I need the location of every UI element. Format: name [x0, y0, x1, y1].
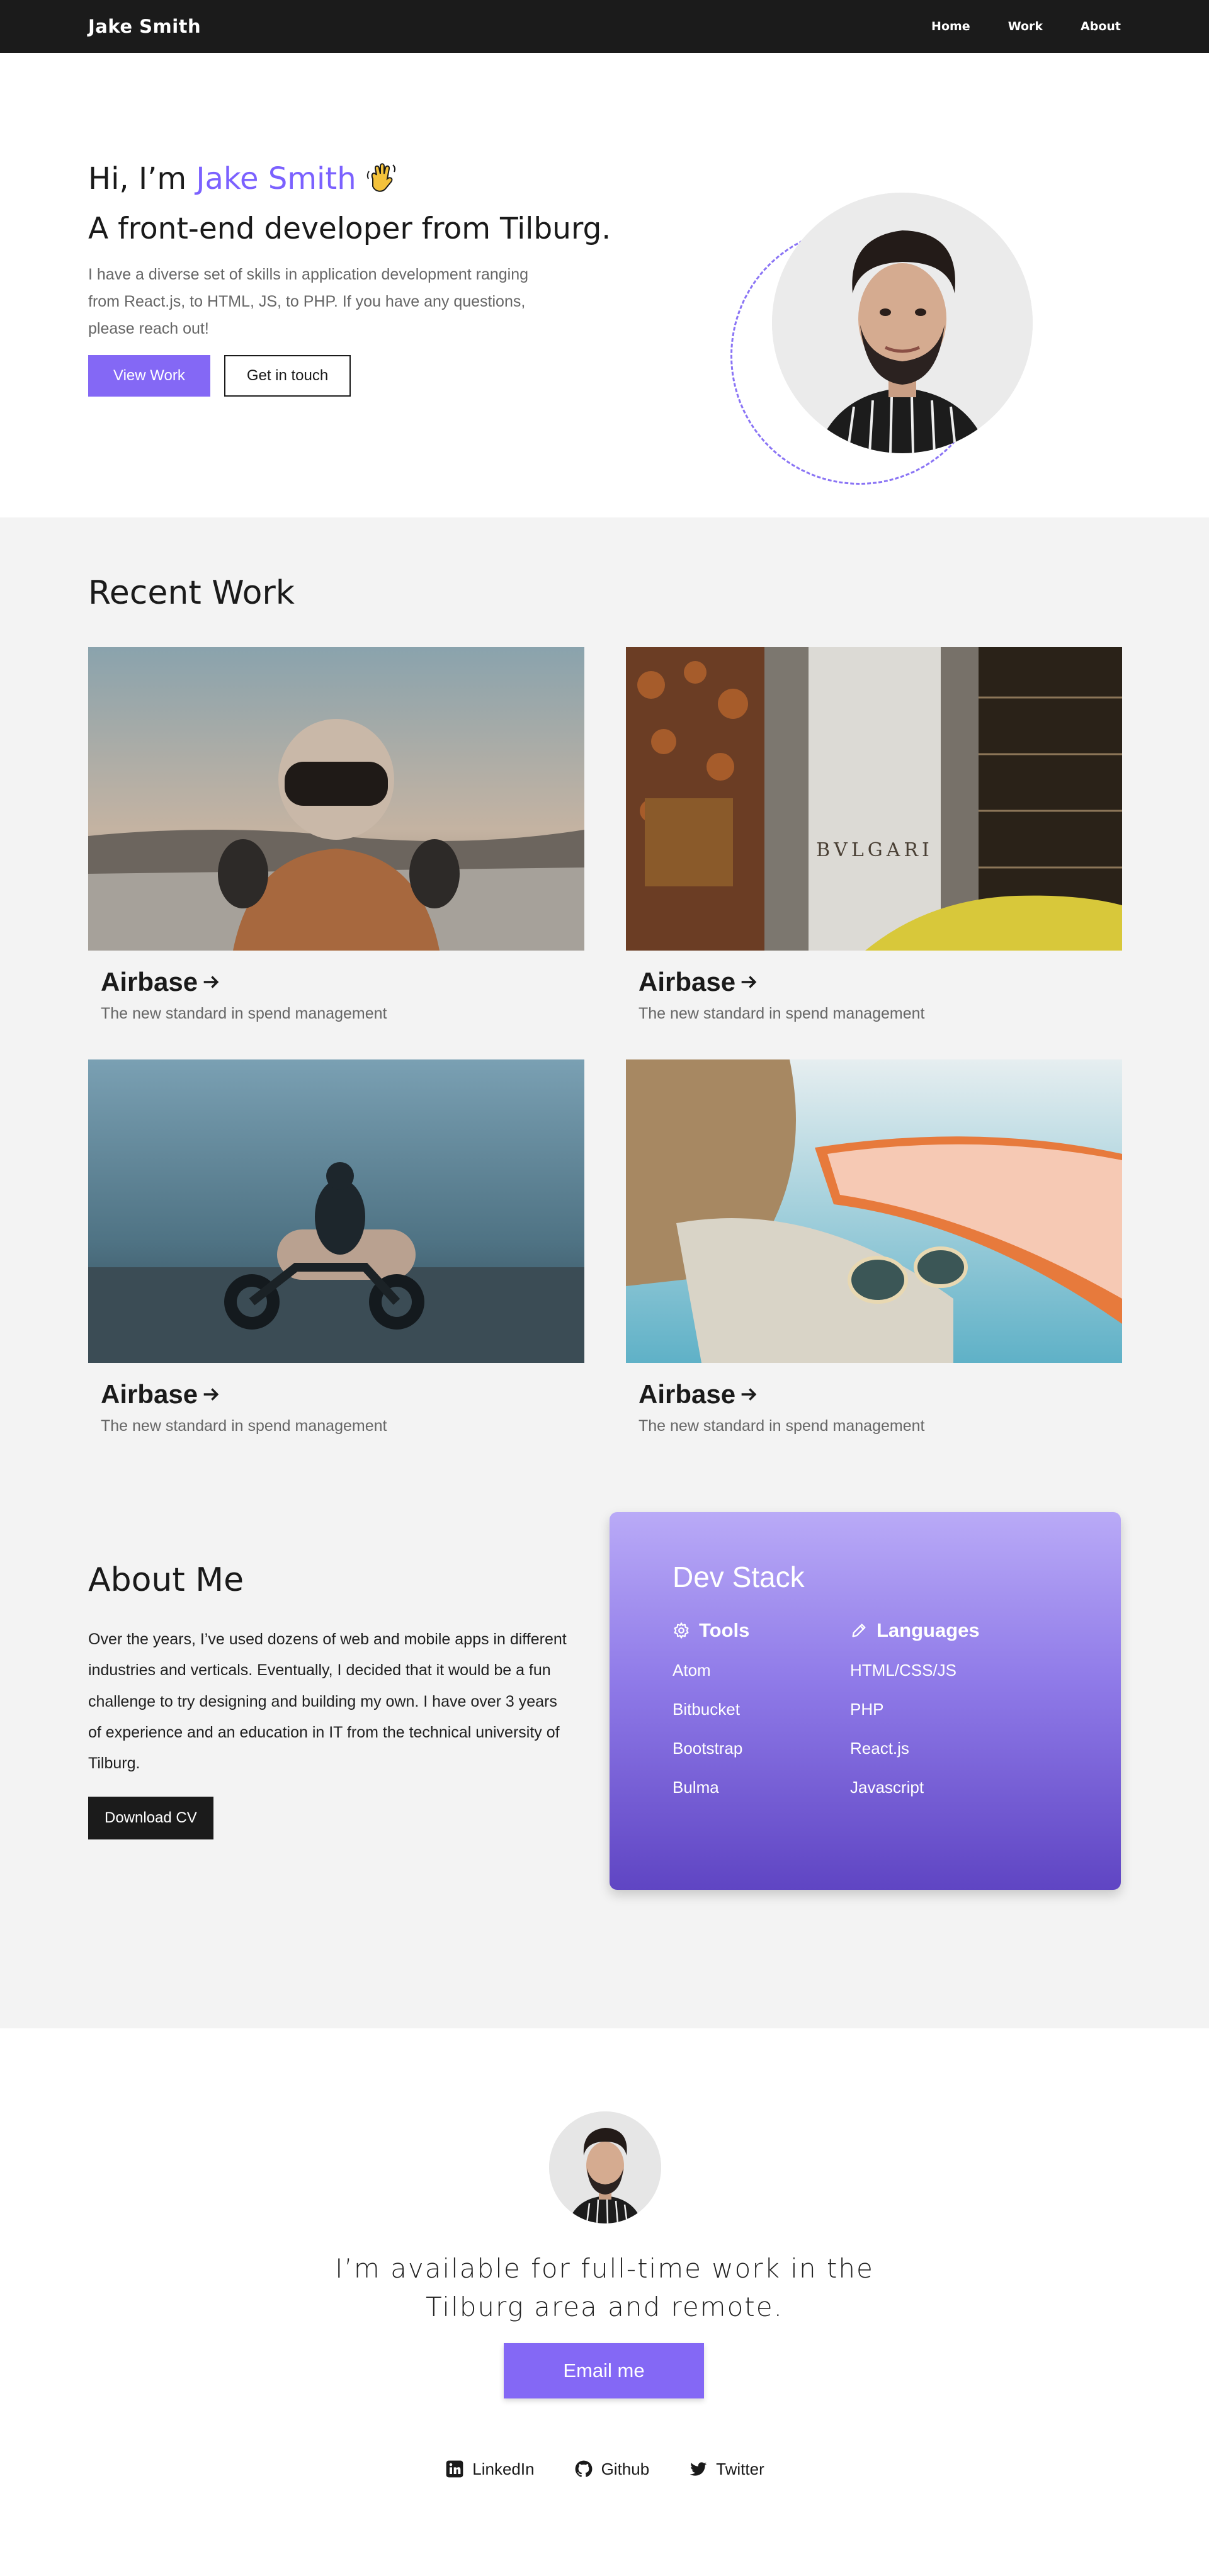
nav-links: Home Work About	[931, 20, 1121, 33]
avatar	[549, 2111, 661, 2223]
list-item: Javascript	[850, 1778, 924, 1797]
project-title[interactable]: Airbase	[101, 967, 584, 997]
bvlgari-storefront-photo: BVLGARI	[626, 647, 1122, 951]
project-card[interactable]: Airbase The new standard in spend manage…	[626, 1059, 1122, 1435]
hero-buttons: View Work Get in touch	[88, 354, 655, 397]
list-item: Atom	[673, 1661, 711, 1680]
languages-list: HTML/CSS/JS PHP React.js Javascript	[850, 1651, 1028, 1807]
hero-photo-group	[730, 193, 1033, 489]
languages-heading-label: Languages	[877, 1619, 980, 1641]
linkedin-icon	[446, 2460, 463, 2478]
project-card[interactable]: BVLGARI Airbase The new standard in spen…	[626, 647, 1122, 1023]
astronaut-helmet-photo	[88, 647, 584, 951]
store-sign: BVLGARI	[816, 839, 933, 861]
twitter-link[interactable]: Twitter	[688, 2459, 764, 2479]
languages-column: Languages HTML/CSS/JS PHP React.js Javas…	[850, 1619, 1028, 1807]
dev-stack-title: Dev Stack	[673, 1561, 805, 1593]
about-title: About Me	[88, 1561, 244, 1599]
project-description: The new standard in spend management	[101, 1417, 387, 1435]
tools-list: Atom Bitbucket Bootstrap Bulma	[673, 1651, 850, 1807]
gear-icon	[674, 1622, 689, 1639]
hero-intro: Hi, I’m Jake Smith A front-end developer…	[88, 160, 655, 397]
pencil-icon	[852, 1624, 866, 1637]
dev-stack-card: Dev Stack Tools Atom Bitbucket Bootstrap…	[610, 1512, 1121, 1890]
twitter-icon	[690, 2462, 707, 2476]
list-item: PHP	[850, 1700, 884, 1719]
project-title-text: Airbase	[101, 967, 198, 997]
brand-logo[interactable]: Jake Smith	[88, 16, 201, 37]
list-item: Bulma	[673, 1778, 719, 1797]
github-icon	[575, 2460, 593, 2477]
dev-stack-columns: Tools Atom Bitbucket Bootstrap Bulma Lan…	[673, 1619, 1121, 1807]
project-card[interactable]: Airbase The new standard in spend manage…	[88, 1059, 584, 1435]
project-title-text: Airbase	[639, 967, 736, 997]
project-description: The new standard in spend management	[101, 1005, 387, 1022]
project-description: The new standard in spend management	[639, 1005, 925, 1022]
list-item: Bootstrap	[673, 1739, 743, 1758]
arrow-right-icon	[203, 1388, 219, 1401]
languages-heading: Languages	[850, 1619, 1028, 1642]
tools-column: Tools Atom Bitbucket Bootstrap Bulma	[673, 1619, 850, 1807]
github-link[interactable]: Github	[574, 2459, 650, 2479]
waving-hand-icon	[366, 163, 395, 192]
motorcycle-beach-photo	[88, 1059, 584, 1363]
arrow-right-icon	[741, 1388, 757, 1401]
contact-section: I’m available for full-time work in the …	[0, 2028, 1209, 2576]
hero-greeting: Hi, I’m Jake Smith	[88, 160, 655, 198]
arrow-right-icon	[203, 976, 219, 988]
github-label: Github	[601, 2459, 650, 2478]
social-links: LinkedIn Github Twitter	[0, 2459, 1209, 2479]
sunglasses-surfboard-photo	[626, 1059, 1122, 1363]
list-item: React.js	[850, 1739, 909, 1758]
about-content: About Me Over the years, I’ve used dozen…	[88, 1561, 567, 1840]
list-item: Bitbucket	[673, 1700, 740, 1719]
linkedin-link[interactable]: LinkedIn	[445, 2459, 535, 2479]
recent-work-section: Recent Work Airbase The new standard in …	[0, 517, 1209, 1512]
availability-text: I’m available for full-time work in the …	[335, 2253, 874, 2322]
recent-work-title: Recent Work	[88, 574, 295, 612]
profile-photo	[772, 193, 1033, 453]
hero-section: Hi, I’m Jake Smith A front-end developer…	[0, 53, 1209, 517]
list-item: HTML/CSS/JS	[850, 1661, 957, 1680]
nav-link-about[interactable]: About	[1081, 20, 1121, 33]
linkedin-label: LinkedIn	[472, 2459, 535, 2478]
download-cv-button[interactable]: Download CV	[88, 1797, 213, 1840]
nav-link-home[interactable]: Home	[931, 20, 970, 33]
project-card[interactable]: Airbase The new standard in spend manage…	[88, 647, 584, 1023]
about-section: About Me Over the years, I’ve used dozen…	[0, 1512, 1209, 2028]
about-text: Over the years, I’ve used dozens of web …	[88, 1630, 567, 1772]
project-title-text: Airbase	[639, 1379, 736, 1409]
twitter-label: Twitter	[716, 2459, 764, 2478]
hero-description: I have a diverse set of skills in applic…	[88, 265, 529, 337]
project-title[interactable]: Airbase	[639, 967, 1122, 997]
get-in-touch-button[interactable]: Get in touch	[224, 354, 351, 397]
navbar: Jake Smith Home Work About	[0, 0, 1209, 53]
greeting-prefix: Hi, I’m	[88, 161, 196, 196]
nav-link-work[interactable]: Work	[1008, 20, 1043, 33]
view-work-button[interactable]: View Work	[88, 354, 210, 397]
project-title[interactable]: Airbase	[101, 1379, 584, 1409]
project-title-text: Airbase	[101, 1379, 198, 1409]
project-description: The new standard in spend management	[639, 1417, 925, 1435]
tools-heading-label: Tools	[699, 1619, 750, 1641]
greeting-name: Jake Smith	[196, 161, 356, 196]
arrow-right-icon	[741, 976, 757, 988]
hero-subtitle: A front-end developer from Tilburg.	[88, 211, 611, 246]
tools-heading: Tools	[673, 1619, 850, 1642]
email-me-button[interactable]: Email me	[504, 2343, 704, 2398]
work-grid: Airbase The new standard in spend manage…	[88, 647, 1122, 1435]
project-title[interactable]: Airbase	[639, 1379, 1122, 1409]
